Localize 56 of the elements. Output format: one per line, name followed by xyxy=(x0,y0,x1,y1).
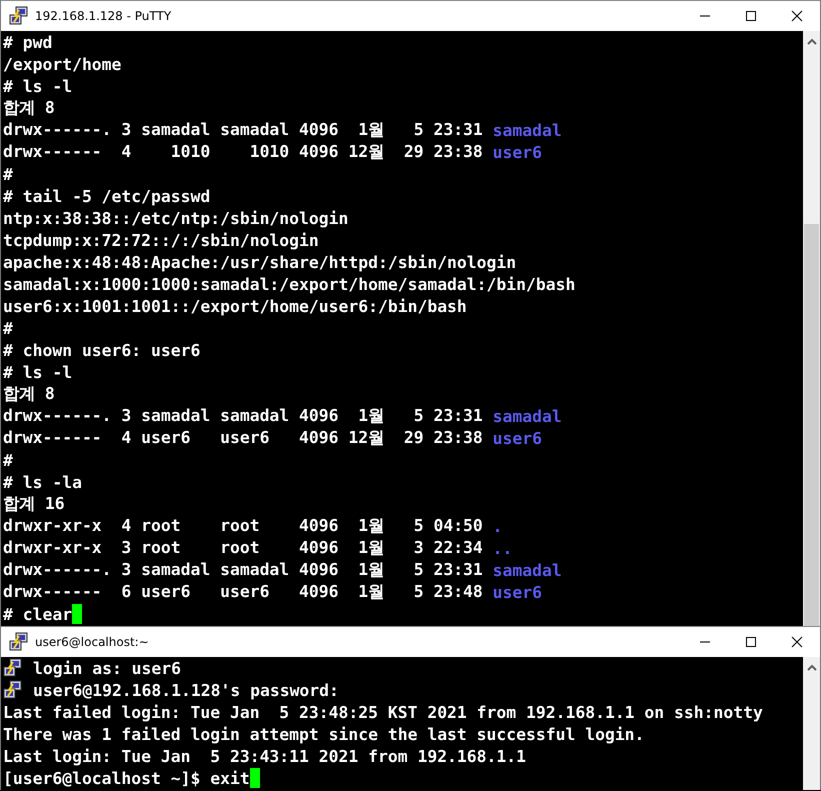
terminal-text: drwx------. 3 samadal samadal 4096 1월 5 23:31 xyxy=(3,119,484,141)
scroll-up-icon[interactable] xyxy=(806,664,816,672)
terminal-text: # xyxy=(3,318,13,338)
terminal-text: login as: user6 xyxy=(33,658,182,678)
terminal-text: drwxr-xr-x 3 root root 4096 1월 3 22:34 xyxy=(3,537,484,559)
terminal-text: 합계 16 xyxy=(3,493,65,515)
terminal-text: user6@192.168.1.128's password: xyxy=(33,680,339,700)
terminal-text: drwx------. 3 samadal samadal 4096 1월 5 23:31 xyxy=(3,405,484,427)
putty-icon xyxy=(9,6,29,26)
terminal-text: drwx------. 3 samadal samadal 4096 1월 5 23:31 xyxy=(3,559,484,581)
directory-name: samadal xyxy=(492,406,562,426)
terminal-text: # pwd xyxy=(3,32,52,52)
terminal-text: drwx------ 4 1010 1010 4096 12월 29 23:38 xyxy=(3,141,484,163)
scroll-up-icon[interactable] xyxy=(806,38,816,46)
close-icon xyxy=(791,10,803,22)
terminal-text: drwx------ 4 user6 user6 4096 12월 29 23:38 xyxy=(3,427,484,449)
terminal-text: # tail -5 /etc/passwd xyxy=(3,186,210,206)
terminal-text: Last login: Tue Jan 5 23:43:11 2021 from 192.168.1.1 xyxy=(3,746,526,766)
terminal-text: user6:x:1001:1001::/export/home/user6:/bin/bash xyxy=(3,296,467,316)
directory-name: samadal xyxy=(492,120,562,140)
scrollbar[interactable] xyxy=(803,657,820,790)
putty-icon xyxy=(9,632,29,652)
terminal-text: # ls -l xyxy=(3,76,72,96)
scrollbar[interactable] xyxy=(803,31,820,626)
directory-name: user6 xyxy=(492,142,542,162)
terminal-text: # xyxy=(3,450,13,470)
terminal-text: # chown user6: user6 xyxy=(3,340,200,360)
terminal-text: 합계 8 xyxy=(3,383,55,405)
directory-name: .. xyxy=(492,538,512,558)
terminal-text: # xyxy=(3,164,13,184)
window-title: 192.168.1.128 - PuTTY xyxy=(35,9,172,23)
terminal-text: [user6@localhost ~]$ exit xyxy=(3,768,250,788)
directory-name: samadal xyxy=(492,560,562,580)
terminal-text: drwxr-xr-x 4 root root 4096 1월 5 04:50 xyxy=(3,515,484,537)
directory-name: . xyxy=(492,516,503,536)
putty-icon xyxy=(3,658,23,678)
terminal-text: ntp:x:38:38::/etc/ntp:/sbin/nologin xyxy=(3,208,348,228)
scrollbar-thumb[interactable] xyxy=(804,224,819,626)
terminal-text: 합계 8 xyxy=(3,97,55,119)
terminal-text: Last failed login: Tue Jan 5 23:48:25 KST 2021 from 192.168.1.1 on ssh:notty xyxy=(3,702,763,722)
terminal-text: # clear xyxy=(3,604,72,624)
directory-name: user6 xyxy=(492,582,542,602)
terminal-text: There was 1 failed login attempt since the last successful login. xyxy=(3,724,644,744)
terminal-text: # ls -l xyxy=(3,362,72,382)
window-title: user6@localhost:~ xyxy=(35,635,149,649)
putty-icon xyxy=(3,680,23,700)
terminal-text: apache:x:48:48:Apache:/usr/share/httpd:/sbin/nologin xyxy=(3,252,516,272)
maximize-icon xyxy=(745,636,757,648)
directory-name: user6 xyxy=(492,428,542,448)
close-icon xyxy=(791,636,803,648)
terminal-text: samadal:x:1000:1000:samadal:/export/home/samadal:/bin/bash xyxy=(3,274,576,294)
terminal-text: drwx------ 6 user6 user6 4096 1월 5 23:48 xyxy=(3,581,484,603)
maximize-icon xyxy=(745,10,757,22)
terminal-text: # ls -la xyxy=(3,472,82,492)
terminal-text: /export/home xyxy=(3,54,122,74)
terminal-text: tcpdump:x:72:72::/:/sbin/nologin xyxy=(3,230,319,250)
